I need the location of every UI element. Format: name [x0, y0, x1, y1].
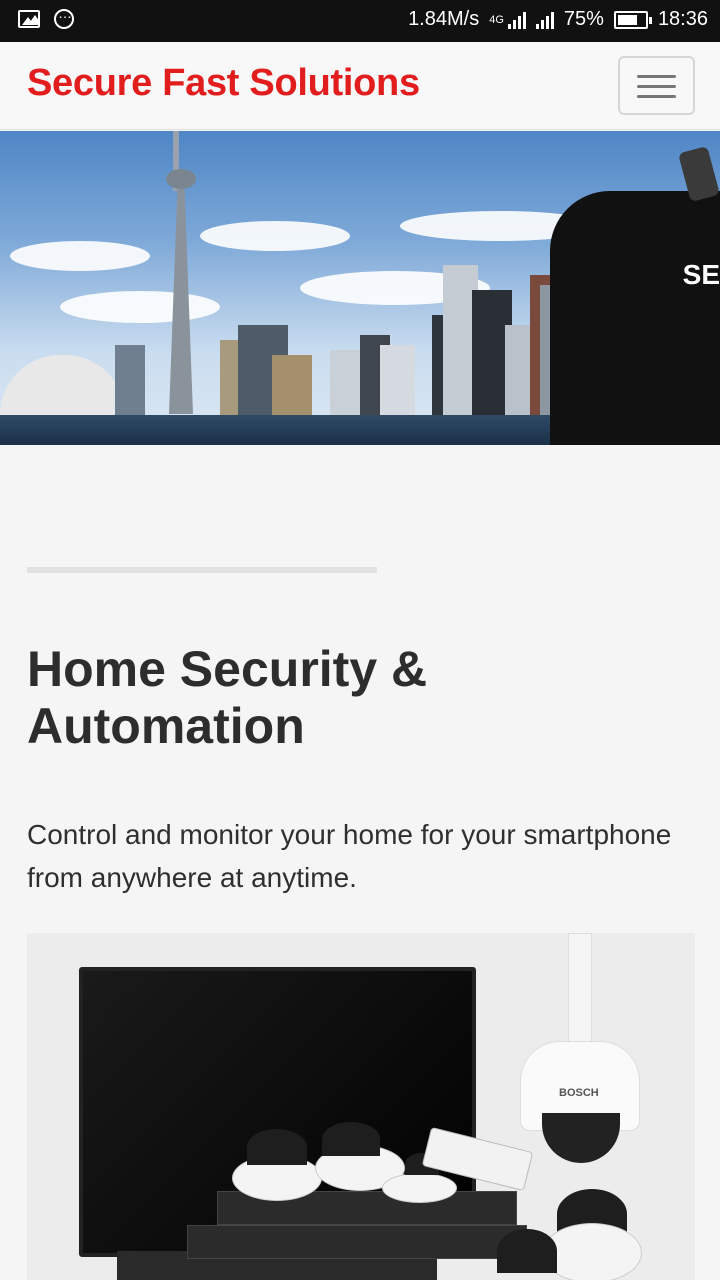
message-notification-icon [54, 5, 74, 29]
network-speed: 1.84M/s [408, 8, 480, 30]
battery-percent: 75% [563, 8, 604, 30]
lead-text: Control and monitor your home for your s… [27, 819, 672, 893]
hamburger-menu-icon [637, 95, 676, 98]
battery-level [617, 14, 638, 25]
network-type: 4G [489, 13, 504, 26]
hero-image: SE [0, 131, 720, 445]
battery-icon [613, 10, 652, 29]
security-guard [550, 191, 720, 445]
nvr-recorder [187, 1225, 527, 1259]
status-bar: 1.84M/s 4G 75% 18:36 [0, 0, 720, 42]
dome-camera [382, 1173, 457, 1203]
brand-label: BOSCH [559, 1087, 599, 1099]
menu-toggle-button[interactable] [618, 56, 695, 115]
section-divider [27, 567, 377, 573]
guard-shirt-text: SE [682, 259, 720, 290]
navbar: Secure Fast Solutions [0, 42, 720, 130]
hamburger-menu-icon [637, 85, 676, 88]
status-indicators: 1.84M/s 4G 75% 18:36 [408, 8, 708, 31]
page-title: Home Security & Automation [27, 641, 428, 754]
signal-4g-icon [507, 11, 526, 29]
dome-camera [542, 1223, 642, 1280]
brand-link[interactable]: Secure Fast Solutions [27, 62, 420, 105]
clock: 18:36 [657, 8, 708, 30]
signal-icon [535, 11, 554, 29]
hamburger-menu-icon [637, 75, 676, 78]
product-image: BOSCH [27, 933, 695, 1280]
notification-icons [18, 5, 74, 30]
image-notification-icon [18, 10, 40, 28]
